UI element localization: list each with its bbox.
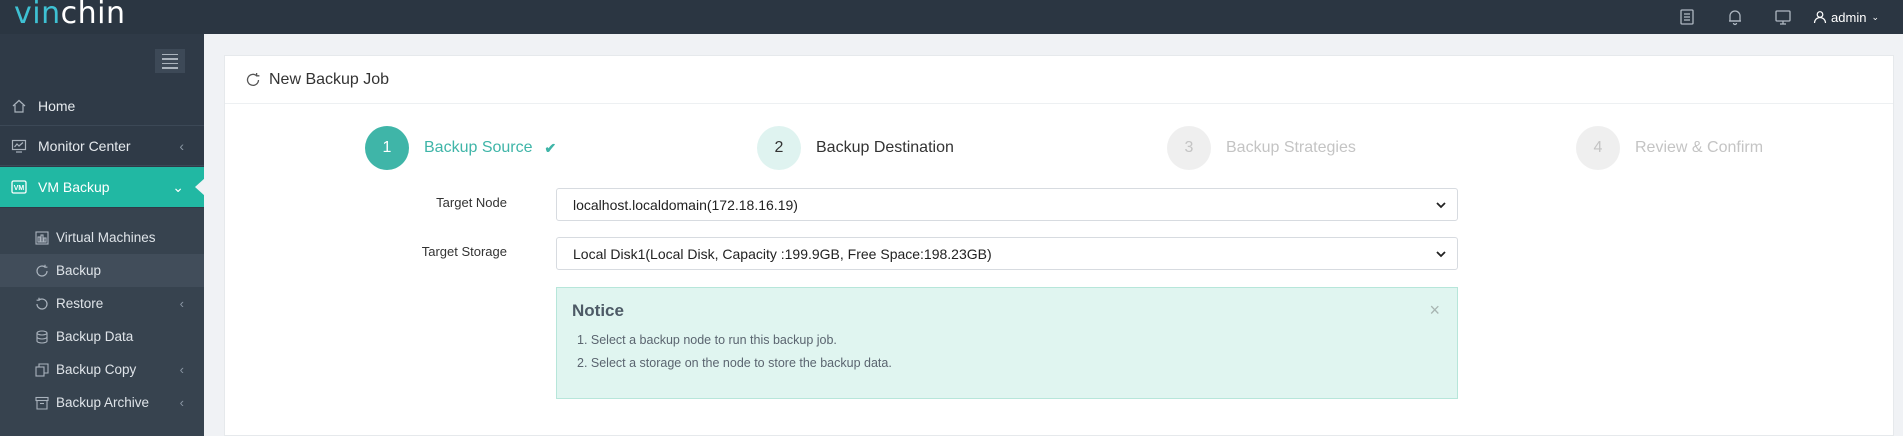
step-label: Backup Source (424, 139, 533, 156)
target-storage-label: Target Storage (421, 244, 507, 259)
user-menu[interactable]: admin ⌄ (1807, 0, 1903, 34)
bell-icon[interactable] (1711, 0, 1759, 34)
notice-line: 2. Select a storage on the node to store… (577, 356, 892, 370)
chevron-left-icon: ‹ (179, 137, 184, 154)
refresh-icon (246, 72, 260, 86)
notice-line: 1. Select a backup node to run this back… (577, 333, 837, 347)
sidebar-item-backup-archive[interactable]: Backup Archive ‹ (0, 386, 204, 419)
home-icon (10, 97, 28, 115)
chevron-down-icon (1436, 251, 1446, 258)
step-number: 1 (365, 126, 409, 170)
sidebar-item-restore[interactable]: Restore ‹ (0, 287, 204, 320)
sidebar-item-label: Backup Archive (56, 395, 150, 410)
notice-title: Notice (572, 301, 624, 320)
sidebar-item-vm-backup[interactable]: VM VM Backup ⌄ (0, 167, 205, 207)
database-icon (34, 329, 50, 345)
target-node-value: localhost.localdomain(172.18.16.19) (573, 196, 798, 213)
step-number: 4 (1576, 126, 1620, 170)
notice-box: Notice × 1. Select a backup node to run … (556, 287, 1458, 399)
step-backup-source[interactable]: 1 Backup Source ✔ (365, 126, 556, 170)
backup-refresh-icon (34, 263, 50, 279)
top-bar: vinchin admin ⌄ (0, 0, 1903, 34)
sidebar-item-backup-copy[interactable]: Backup Copy ‹ (0, 353, 204, 386)
step-label: Review & Confirm (1635, 139, 1764, 156)
target-storage-select[interactable]: Local Disk1(Local Disk, Capacity :199.9G… (556, 237, 1458, 270)
user-name: admin (1831, 9, 1867, 25)
chevron-down-icon (1436, 202, 1446, 209)
new-backup-job-panel: New Backup Job 1 Backup Source ✔ 2 Backu… (224, 55, 1894, 436)
monitor-chart-icon (10, 137, 28, 155)
sidebar-item-label: Monitor Center (38, 137, 131, 154)
svg-text:VM: VM (14, 185, 25, 192)
user-icon (1813, 11, 1827, 24)
monitor-icon[interactable] (1759, 0, 1807, 34)
vinchin-logo[interactable]: vinchin (14, 0, 125, 31)
restore-icon (34, 296, 50, 312)
step-number: 2 (757, 126, 801, 170)
sidebar-item-home[interactable]: Home (0, 86, 204, 126)
chevron-down-icon: ⌄ (1871, 11, 1879, 22)
archive-icon (34, 395, 50, 411)
vm-icon: VM (10, 178, 28, 196)
target-storage-value: Local Disk1(Local Disk, Capacity :199.9G… (573, 245, 992, 262)
sidebar-item-label: Virtual Machines (56, 230, 156, 245)
sidebar-item-label: Backup Copy (56, 362, 137, 377)
sidebar-item-label: Backup (56, 263, 102, 278)
target-node-select[interactable]: localhost.localdomain(172.18.16.19) (556, 188, 1458, 221)
step-review-confirm: 4 Review & Confirm (1576, 126, 1763, 170)
step-number: 3 (1167, 126, 1211, 170)
virtual-machines-icon (34, 230, 50, 246)
sidebar-item-backup-data[interactable]: Backup Data (0, 320, 204, 353)
sidebar-item-label: Restore (56, 296, 104, 311)
sidebar-toggle-button[interactable] (155, 49, 185, 73)
sidebar-item-monitor-center[interactable]: Monitor Center ‹ (0, 126, 204, 166)
step-backup-strategies: 3 Backup Strategies (1167, 126, 1356, 170)
sidebar: Home Monitor Center ‹ VM VM Backup ⌄ Vir… (0, 34, 205, 436)
checkmark-icon: ✔ (544, 139, 557, 156)
sidebar-item-label: VM Backup (38, 179, 110, 195)
chevron-left-icon: ‹ (179, 296, 184, 311)
step-backup-destination[interactable]: 2 Backup Destination (757, 126, 954, 170)
copy-icon (34, 362, 50, 378)
panel-header: New Backup Job (225, 56, 1893, 104)
chevron-down-icon: ⌄ (172, 178, 184, 195)
active-indicator (195, 178, 205, 196)
sidebar-item-backup[interactable]: Backup (0, 254, 204, 287)
sidebar-item-virtual-machines[interactable]: Virtual Machines (0, 221, 204, 254)
chevron-left-icon: ‹ (179, 362, 184, 377)
top-icons: admin ⌄ (1663, 0, 1903, 34)
chevron-left-icon: ‹ (179, 395, 184, 410)
page-title: New Backup Job (269, 70, 390, 88)
close-icon[interactable]: × (1429, 300, 1440, 321)
step-label: Backup Destination (816, 139, 954, 156)
step-label: Backup Strategies (1226, 139, 1356, 156)
document-list-icon[interactable] (1663, 0, 1711, 34)
sidebar-item-label: Backup Data (56, 329, 134, 344)
target-node-label: Target Node (436, 195, 507, 210)
sidebar-item-label: Home (38, 97, 76, 114)
